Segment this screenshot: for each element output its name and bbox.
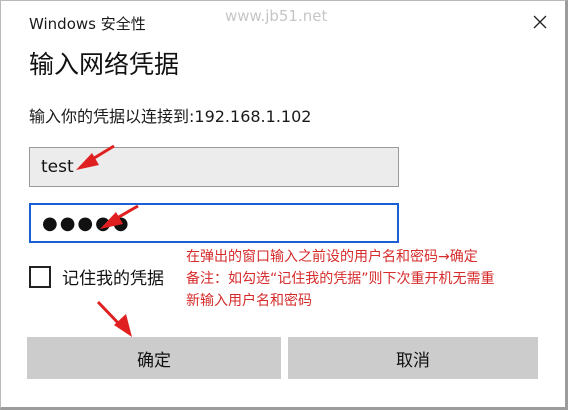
watermark: www.jb51.net [225,7,328,25]
connection-subtitle: 输入你的凭据以连接到:192.168.1.102 [29,107,312,126]
password-field[interactable]: ●●●●● [29,203,399,243]
cancel-button[interactable]: 取消 [288,337,538,379]
password-value: ●●●●● [42,212,131,234]
annotation-line-1: 在弹出的窗口输入之前设的用户名和密码→确定 [186,249,478,265]
close-icon [533,15,547,29]
ok-button[interactable]: 确定 [27,337,281,379]
remember-label: 记住我的凭据 [62,269,164,289]
credential-dialog: Windows 安全性 www.jb51.net 输入网络凭据 输入你的凭据以连… [0,0,568,410]
instruction-annotation: 在弹出的窗口输入之前设的用户名和密码→确定 备注：如勾选“记住我的凭据”则下次重… [186,246,566,312]
username-value: test [41,157,74,177]
close-button[interactable] [523,7,557,37]
remember-credentials-option[interactable]: 记住我的凭据 [29,264,164,289]
username-field[interactable]: test [29,147,399,187]
dialog-heading: 输入网络凭据 [29,50,180,79]
remember-checkbox[interactable] [29,265,51,288]
window-title: Windows 安全性 [29,15,146,33]
annotation-line-3: 新输入用户名和密码 [186,293,312,309]
annotation-line-2: 备注：如勾选“记住我的凭据”则下次重开机无需重 [186,271,495,287]
